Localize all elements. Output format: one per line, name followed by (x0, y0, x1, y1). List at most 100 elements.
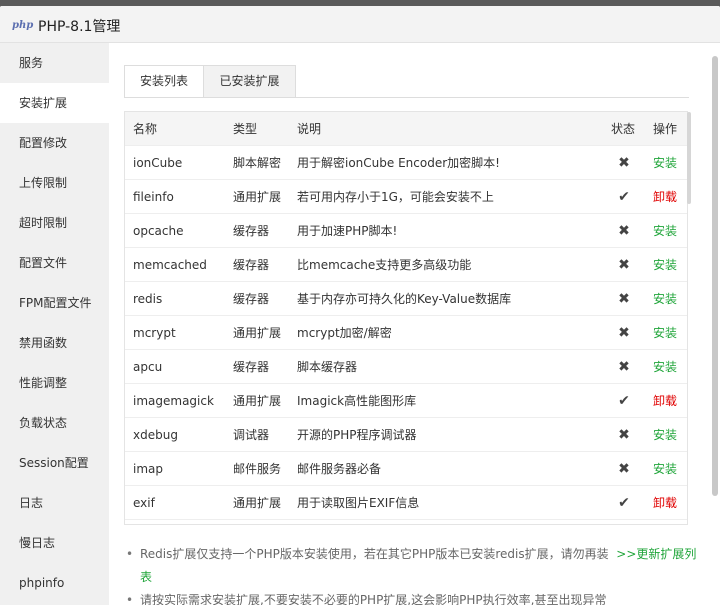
table-row: opcache 缓存器 用于加速PHP脚本! ✖ 安装 (125, 213, 687, 248)
ext-status: ✖ (603, 281, 645, 316)
ext-status: ✔ (603, 179, 645, 214)
ext-op: 安装 (645, 247, 687, 282)
check-icon: ✔ (618, 188, 630, 205)
ext-type: 邮件服务 (225, 451, 289, 486)
install-link[interactable]: 安装 (653, 292, 677, 306)
check-icon: ✔ (618, 392, 630, 409)
extensions-table: 名称 类型 说明 状态 操作 ionCube 脚本解密 用于解密ionCube En… (125, 112, 687, 520)
uninstall-link[interactable]: 卸载 (653, 394, 677, 408)
table-row: apcu 缓存器 脚本缓存器 ✖ 安装 (125, 349, 687, 384)
sidebar-item[interactable]: phpinfo (0, 563, 109, 603)
sidebar-item[interactable]: 负载状态 (0, 403, 109, 443)
php-logo-icon: php (12, 20, 34, 31)
table-scrollbar[interactable] (687, 112, 691, 204)
ext-status: ✔ (603, 383, 645, 418)
ext-op: 安装 (645, 451, 687, 486)
window-title: PHP-8.1管理 (38, 19, 121, 35)
sidebar-item[interactable]: 禁用函数 (0, 323, 109, 363)
extensions-table-container[interactable]: 名称 类型 说明 状态 操作 ionCube 脚本解密 用于解密ionCube En… (124, 111, 688, 525)
header-name: 名称 (125, 112, 225, 146)
ext-desc: 开源的PHP程序调试器 (289, 417, 603, 452)
ext-status: ✔ (603, 485, 645, 520)
ext-op: 卸载 (645, 179, 687, 214)
table-row: memcached 缓存器 比memcache支持更多高级功能 ✖ 安装 (125, 247, 687, 282)
ext-desc: 比memcache支持更多高级功能 (289, 247, 603, 282)
main-panel: 安装列表 已安装扩展 名称 类型 说明 状态 操作 ionCube 脚本解密 用于解… (109, 43, 720, 605)
ext-op: 安装 (645, 281, 687, 316)
sidebar-item[interactable]: 性能调整 (0, 363, 109, 403)
ext-name: imap (125, 451, 225, 486)
install-link[interactable]: 安装 (653, 326, 677, 340)
cross-icon: ✖ (618, 256, 630, 273)
ext-desc: 脚本缓存器 (289, 349, 603, 384)
ext-op: 卸载 (645, 383, 687, 418)
ext-name: mcrypt (125, 315, 225, 350)
check-icon: ✔ (618, 494, 630, 511)
install-link[interactable]: 安装 (653, 156, 677, 170)
ext-status: ✖ (603, 451, 645, 486)
ext-status: ✖ (603, 247, 645, 282)
ext-op: 安装 (645, 315, 687, 350)
sidebar-item[interactable]: 配置修改 (0, 123, 109, 163)
window-scrollbar[interactable] (712, 56, 718, 496)
ext-name: apcu (125, 349, 225, 384)
uninstall-link[interactable]: 卸载 (653, 190, 677, 204)
table-row: mcrypt 通用扩展 mcrypt加密/解密 ✖ 安装 (125, 315, 687, 350)
ext-desc: 若可用内存小于1G，可能会安装不上 (289, 179, 603, 214)
cross-icon: ✖ (618, 290, 630, 307)
table-row: fileinfo 通用扩展 若可用内存小于1G，可能会安装不上 ✔ 卸载 (125, 179, 687, 214)
tab-install-list[interactable]: 安装列表 (124, 65, 204, 98)
ext-type: 通用扩展 (225, 179, 289, 214)
ext-name: fileinfo (125, 179, 225, 214)
cross-icon: ✖ (618, 222, 630, 239)
sidebar-item[interactable]: FPM配置文件 (0, 283, 109, 323)
notes: Redis扩展仅支持一个PHP版本安装使用，若在其它PHP版本已安装redis扩… (124, 543, 699, 605)
sidebar: 服务 安装扩展 配置修改 上传限制 超时限制 配置文件 FPM配置文件 禁用函数 性能调整 负载状… (0, 43, 109, 605)
cross-icon: ✖ (618, 460, 630, 477)
ext-type: 调试器 (225, 417, 289, 452)
cross-icon: ✖ (618, 324, 630, 341)
ext-op: 卸载 (645, 485, 687, 520)
ext-desc: 邮件服务器必备 (289, 451, 603, 486)
sidebar-item[interactable]: 上传限制 (0, 163, 109, 203)
install-link[interactable]: 安装 (653, 360, 677, 374)
sidebar-item[interactable]: 超时限制 (0, 203, 109, 243)
sidebar-item[interactable]: Session配置 (0, 443, 109, 483)
ext-name: imagemagick (125, 383, 225, 418)
install-link[interactable]: 安装 (653, 224, 677, 238)
sidebar-item[interactable]: 慢日志 (0, 523, 109, 563)
tab-installed-extensions[interactable]: 已安装扩展 (203, 65, 296, 98)
table-row: exif 通用扩展 用于读取图片EXIF信息 ✔ 卸载 (125, 485, 687, 520)
table-header-row: 名称 类型 说明 状态 操作 (125, 112, 687, 146)
ext-type: 通用扩展 (225, 315, 289, 350)
table-row: xdebug 调试器 开源的PHP程序调试器 ✖ 安装 (125, 417, 687, 452)
ext-status: ✖ (603, 349, 645, 384)
sidebar-item[interactable]: 安装扩展 (0, 83, 109, 123)
ext-type: 通用扩展 (225, 383, 289, 418)
ext-type: 缓存器 (225, 247, 289, 282)
ext-status: ✖ (603, 145, 645, 180)
ext-type: 脚本解密 (225, 145, 289, 180)
ext-type: 通用扩展 (225, 485, 289, 520)
table-row: imap 邮件服务 邮件服务器必备 ✖ 安装 (125, 451, 687, 486)
uninstall-link[interactable]: 卸载 (653, 496, 677, 510)
install-link[interactable]: 安装 (653, 258, 677, 272)
install-link[interactable]: 安装 (653, 462, 677, 476)
install-link[interactable]: 安装 (653, 428, 677, 442)
ext-desc: 基于内存亦可持久化的Key-Value数据库 (289, 281, 603, 316)
title-bar: php PHP-8.1管理 (0, 6, 720, 43)
header-op: 操作 (645, 112, 687, 146)
ext-type: 缓存器 (225, 281, 289, 316)
sidebar-item[interactable]: 日志 (0, 483, 109, 523)
header-type: 类型 (225, 112, 289, 146)
ext-status: ✖ (603, 417, 645, 452)
ext-status: ✖ (603, 315, 645, 350)
sidebar-item[interactable]: 配置文件 (0, 243, 109, 283)
ext-desc: 用于解密ionCube Encoder加密脚本! (289, 145, 603, 180)
ext-op: 安装 (645, 145, 687, 180)
cross-icon: ✖ (618, 154, 630, 171)
ext-op: 安装 (645, 417, 687, 452)
table-row: redis 缓存器 基于内存亦可持久化的Key-Value数据库 ✖ 安装 (125, 281, 687, 316)
sidebar-item[interactable]: 服务 (0, 43, 109, 83)
header-status: 状态 (603, 112, 645, 146)
